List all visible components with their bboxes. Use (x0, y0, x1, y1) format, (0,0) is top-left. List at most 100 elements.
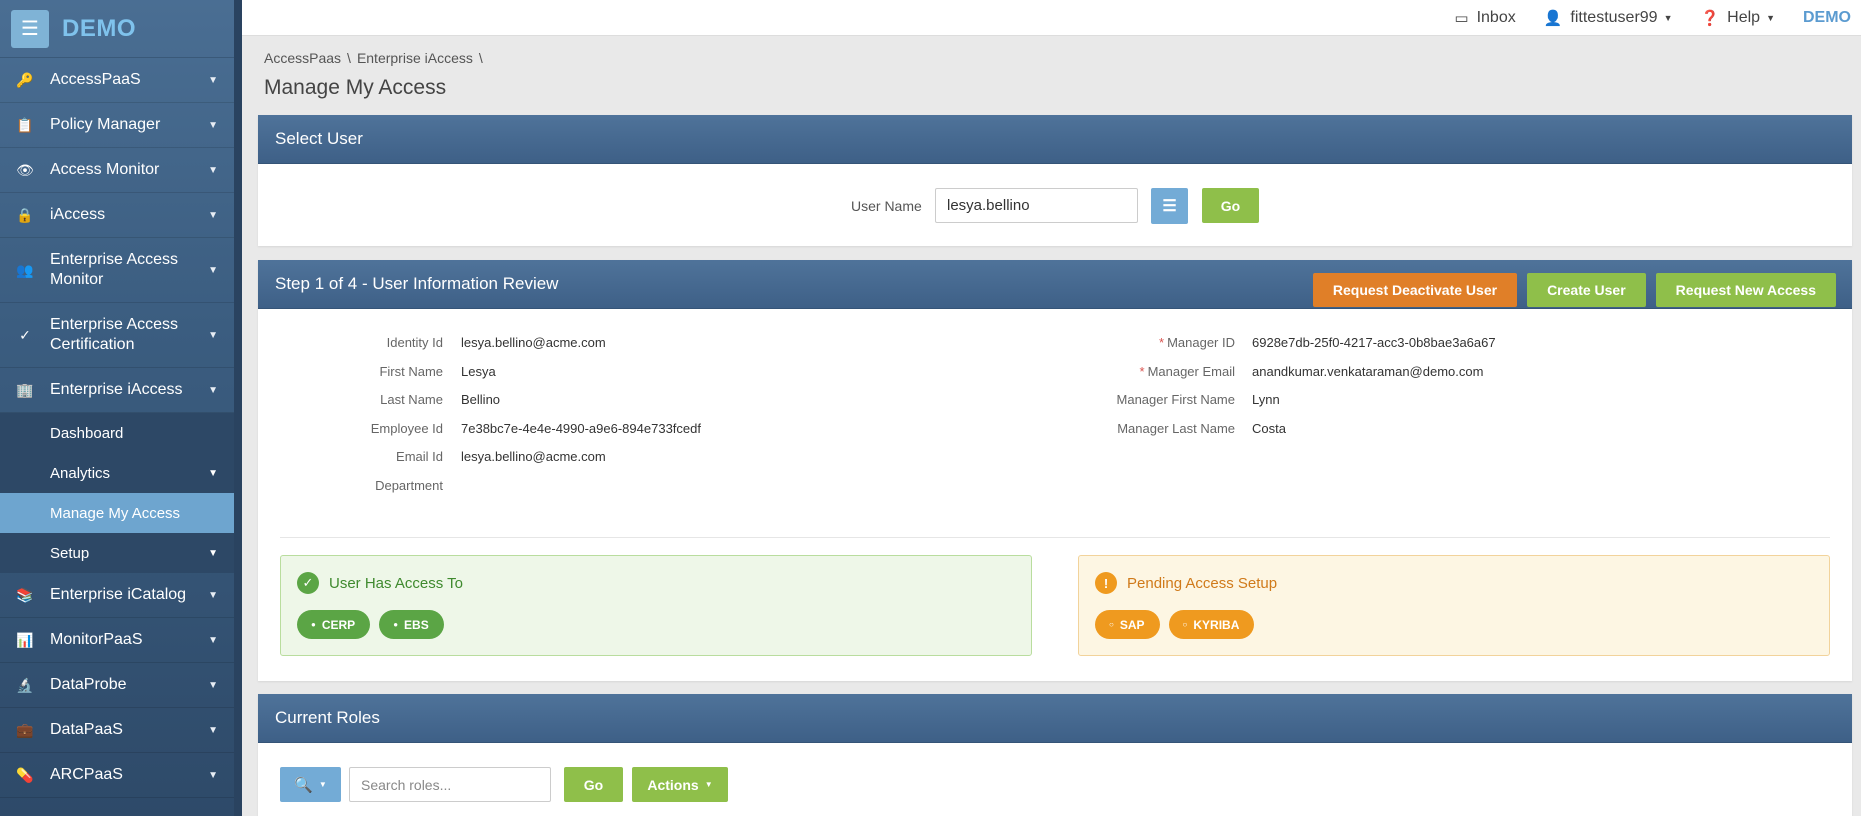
sidebar-subitem-dashboard[interactable]: Dashboard (0, 413, 242, 453)
chevron-down-icon: ▼ (208, 589, 218, 601)
pending-chip[interactable]: ○ KYRIBA (1168, 610, 1255, 639)
dot-icon: ● (311, 620, 316, 629)
chevron-down-icon: ▼ (208, 384, 218, 396)
roles-go-button[interactable]: Go (564, 767, 623, 802)
key-icon: 🔑 (16, 71, 34, 88)
sidebar-item-label: DataProbe (50, 676, 127, 693)
chevron-down-icon: ▼ (208, 209, 218, 221)
field-label-wrap: * Manager Email (958, 363, 1236, 379)
sidebar-item-dataprobe[interactable]: 🔬 DataProbe ▼ (0, 663, 242, 708)
help-menu[interactable]: ❓ Help ▼ (1700, 9, 1775, 27)
chevron-down-icon: ▼ (208, 679, 218, 691)
user-lookup-button[interactable]: ☰ (1151, 188, 1188, 224)
create-user-button[interactable]: Create User (1527, 273, 1646, 307)
sidebar-item-enterprise-iaccess[interactable]: 🏢 Enterprise iAccess ▼ (0, 368, 242, 413)
access-chip[interactable]: ● CERP (297, 610, 371, 639)
sidebar-item-access-monitor[interactable]: 👁 Access Monitor ▼ (0, 148, 242, 193)
pending-access-box: ! Pending Access Setup ○ SAP ○ KYRIBA (1078, 555, 1830, 656)
hamburger-icon[interactable]: ☰ (11, 9, 49, 48)
sidebar-item-enterprise-access-certification[interactable]: ✓ Enterprise Access Certification ▼ (0, 303, 242, 368)
sidebar-item-datapaas[interactable]: 💼 DataPaaS ▼ (0, 708, 242, 753)
pending-chips: ○ SAP ○ KYRIBA (1095, 610, 1263, 639)
go-button[interactable]: Go (1202, 188, 1259, 223)
list-icon: ☰ (1162, 198, 1177, 215)
user-icon: 👤 (1543, 9, 1563, 27)
sidebar-subitem-manage-my-access[interactable]: Manage My Access (0, 493, 242, 533)
user-menu[interactable]: 👤 fittestuser99 ▼ (1544, 9, 1673, 27)
caret-down-icon: ▼ (1766, 12, 1775, 23)
check-circle-icon: ✓ (297, 572, 319, 594)
request-new-access-button[interactable]: Request New Access (1655, 273, 1836, 307)
field-label: Employee Id (370, 420, 443, 436)
search-icon: 🔍 (294, 776, 313, 794)
clipboard-icon: 📋 (16, 116, 34, 133)
sidebar-subitem-label: Dashboard (50, 424, 124, 442)
topbar: ▭ Inbox 👤 fittestuser99 ▼ ❓ Help ▼ DEMO (242, 0, 1861, 36)
sidebar-item-label: Enterprise Access Certification (50, 316, 179, 353)
field-value: Costa (1252, 420, 1286, 436)
pending-access-title: ! Pending Access Setup (1095, 572, 1277, 594)
chevron-down-icon: ▼ (208, 724, 218, 736)
username-label: fittestuser99 (1570, 8, 1658, 26)
current-roles-panel: Current Roles 🔍▼ Go Actions▼ (258, 694, 1852, 816)
field-value: lesya.bellino@acme.com (461, 334, 606, 350)
sidebar-item-label: Access Monitor (50, 161, 160, 178)
user-name-label: User Name (851, 198, 922, 214)
search-filter-button[interactable]: 🔍 ▼ (280, 767, 341, 802)
field-label: Identity Id (386, 334, 443, 350)
page-title: Manage My Access (264, 76, 447, 99)
sidebar-item-label: ARCPaaS (50, 766, 123, 783)
chevron-down-icon: ▼ (208, 264, 218, 276)
sidebar-item-policy-manager[interactable]: 📋 Policy Manager ▼ (0, 103, 242, 148)
inbox-link[interactable]: ▭ Inbox (1454, 9, 1515, 27)
sidebar-item-iaccess[interactable]: 🔒 iAccess ▼ (0, 193, 242, 238)
access-chip[interactable]: ● EBS (379, 610, 444, 639)
tenant-label: DEMO (1803, 8, 1851, 26)
sidebar-item-monitorpaas[interactable]: 📊 MonitorPaaS ▼ (0, 618, 242, 663)
request-deactivate-user-button[interactable]: Request Deactivate User (1312, 273, 1518, 307)
user-name-input[interactable] (935, 188, 1138, 223)
select-user-panel: Select User User Name ☰ Go (258, 115, 1852, 246)
field-label: Email Id (396, 448, 443, 464)
sidebar-item-arcpaas[interactable]: 💊 ARCPaaS ▼ (0, 753, 242, 798)
field-label-wrap: * Manager ID (958, 335, 1235, 350)
sidebar-item-label: Enterprise iAccess (50, 381, 183, 398)
catalog-icon: 📚 (16, 586, 34, 603)
chevron-down-icon: ▼ (208, 74, 218, 86)
field-label: Manager Email (1147, 363, 1235, 379)
user-info-panel: Step 1 of 4 - User Information Review Re… (258, 260, 1852, 681)
field-value: Bellino (461, 391, 501, 407)
chevron-down-icon: ▼ (208, 769, 218, 781)
ring-icon: ○ (1182, 620, 1188, 629)
exclamation-circle-icon: ! (1095, 572, 1117, 594)
sidebar-item-enterprise-access-monitor[interactable]: 👥 Enterprise Access Monitor ▼ (0, 238, 242, 303)
sidebar-scrollbar[interactable] (234, 0, 242, 816)
search-roles-input[interactable] (349, 767, 551, 802)
pill-icon: 💊 (16, 766, 34, 783)
chip-label: KYRIBA (1193, 617, 1240, 632)
sidebar-item-label: Enterprise iCatalog (50, 586, 187, 603)
field-value: lesya.bellino@acme.com (461, 448, 606, 464)
divider (280, 537, 1830, 538)
ring-icon: ○ (1109, 620, 1114, 629)
breadcrumb: AccessPaas \ Enterprise iAccess \ (264, 50, 489, 66)
box-title: User Has Access To (329, 574, 463, 592)
breadcrumb-item[interactable]: AccessPaas (264, 50, 341, 66)
required-marker: * (1159, 334, 1165, 350)
chevron-down-icon: ▼ (208, 634, 218, 646)
sidebar-subitem-setup[interactable]: Setup ▼ (0, 533, 242, 573)
field-value: anandkumar.venkataraman@demo.com (1252, 363, 1484, 379)
pending-chip[interactable]: ○ SAP (1095, 610, 1160, 639)
check-icon: ✓ (19, 326, 31, 343)
breadcrumb-item[interactable]: Enterprise iAccess (357, 50, 473, 66)
sidebar-subitem-analytics[interactable]: Analytics ▼ (0, 453, 242, 493)
sidebar-item-accesspaas[interactable]: 🔑 AccessPaaS ▼ (0, 58, 242, 103)
breadcrumb-separator: \ (347, 50, 351, 66)
field-value: Lesya (461, 363, 496, 379)
sidebar-item-label: iAccess (50, 206, 106, 223)
sidebar-subitem-label: Analytics (50, 464, 111, 482)
actions-dropdown-button[interactable]: Actions ▼ (632, 767, 728, 802)
sidebar-item-enterprise-icatalog[interactable]: 📚 Enterprise iCatalog ▼ (0, 573, 242, 618)
sidebar-subitem-label: Manage My Access (50, 504, 181, 522)
access-chips: ● CERP ● EBS (297, 610, 453, 639)
